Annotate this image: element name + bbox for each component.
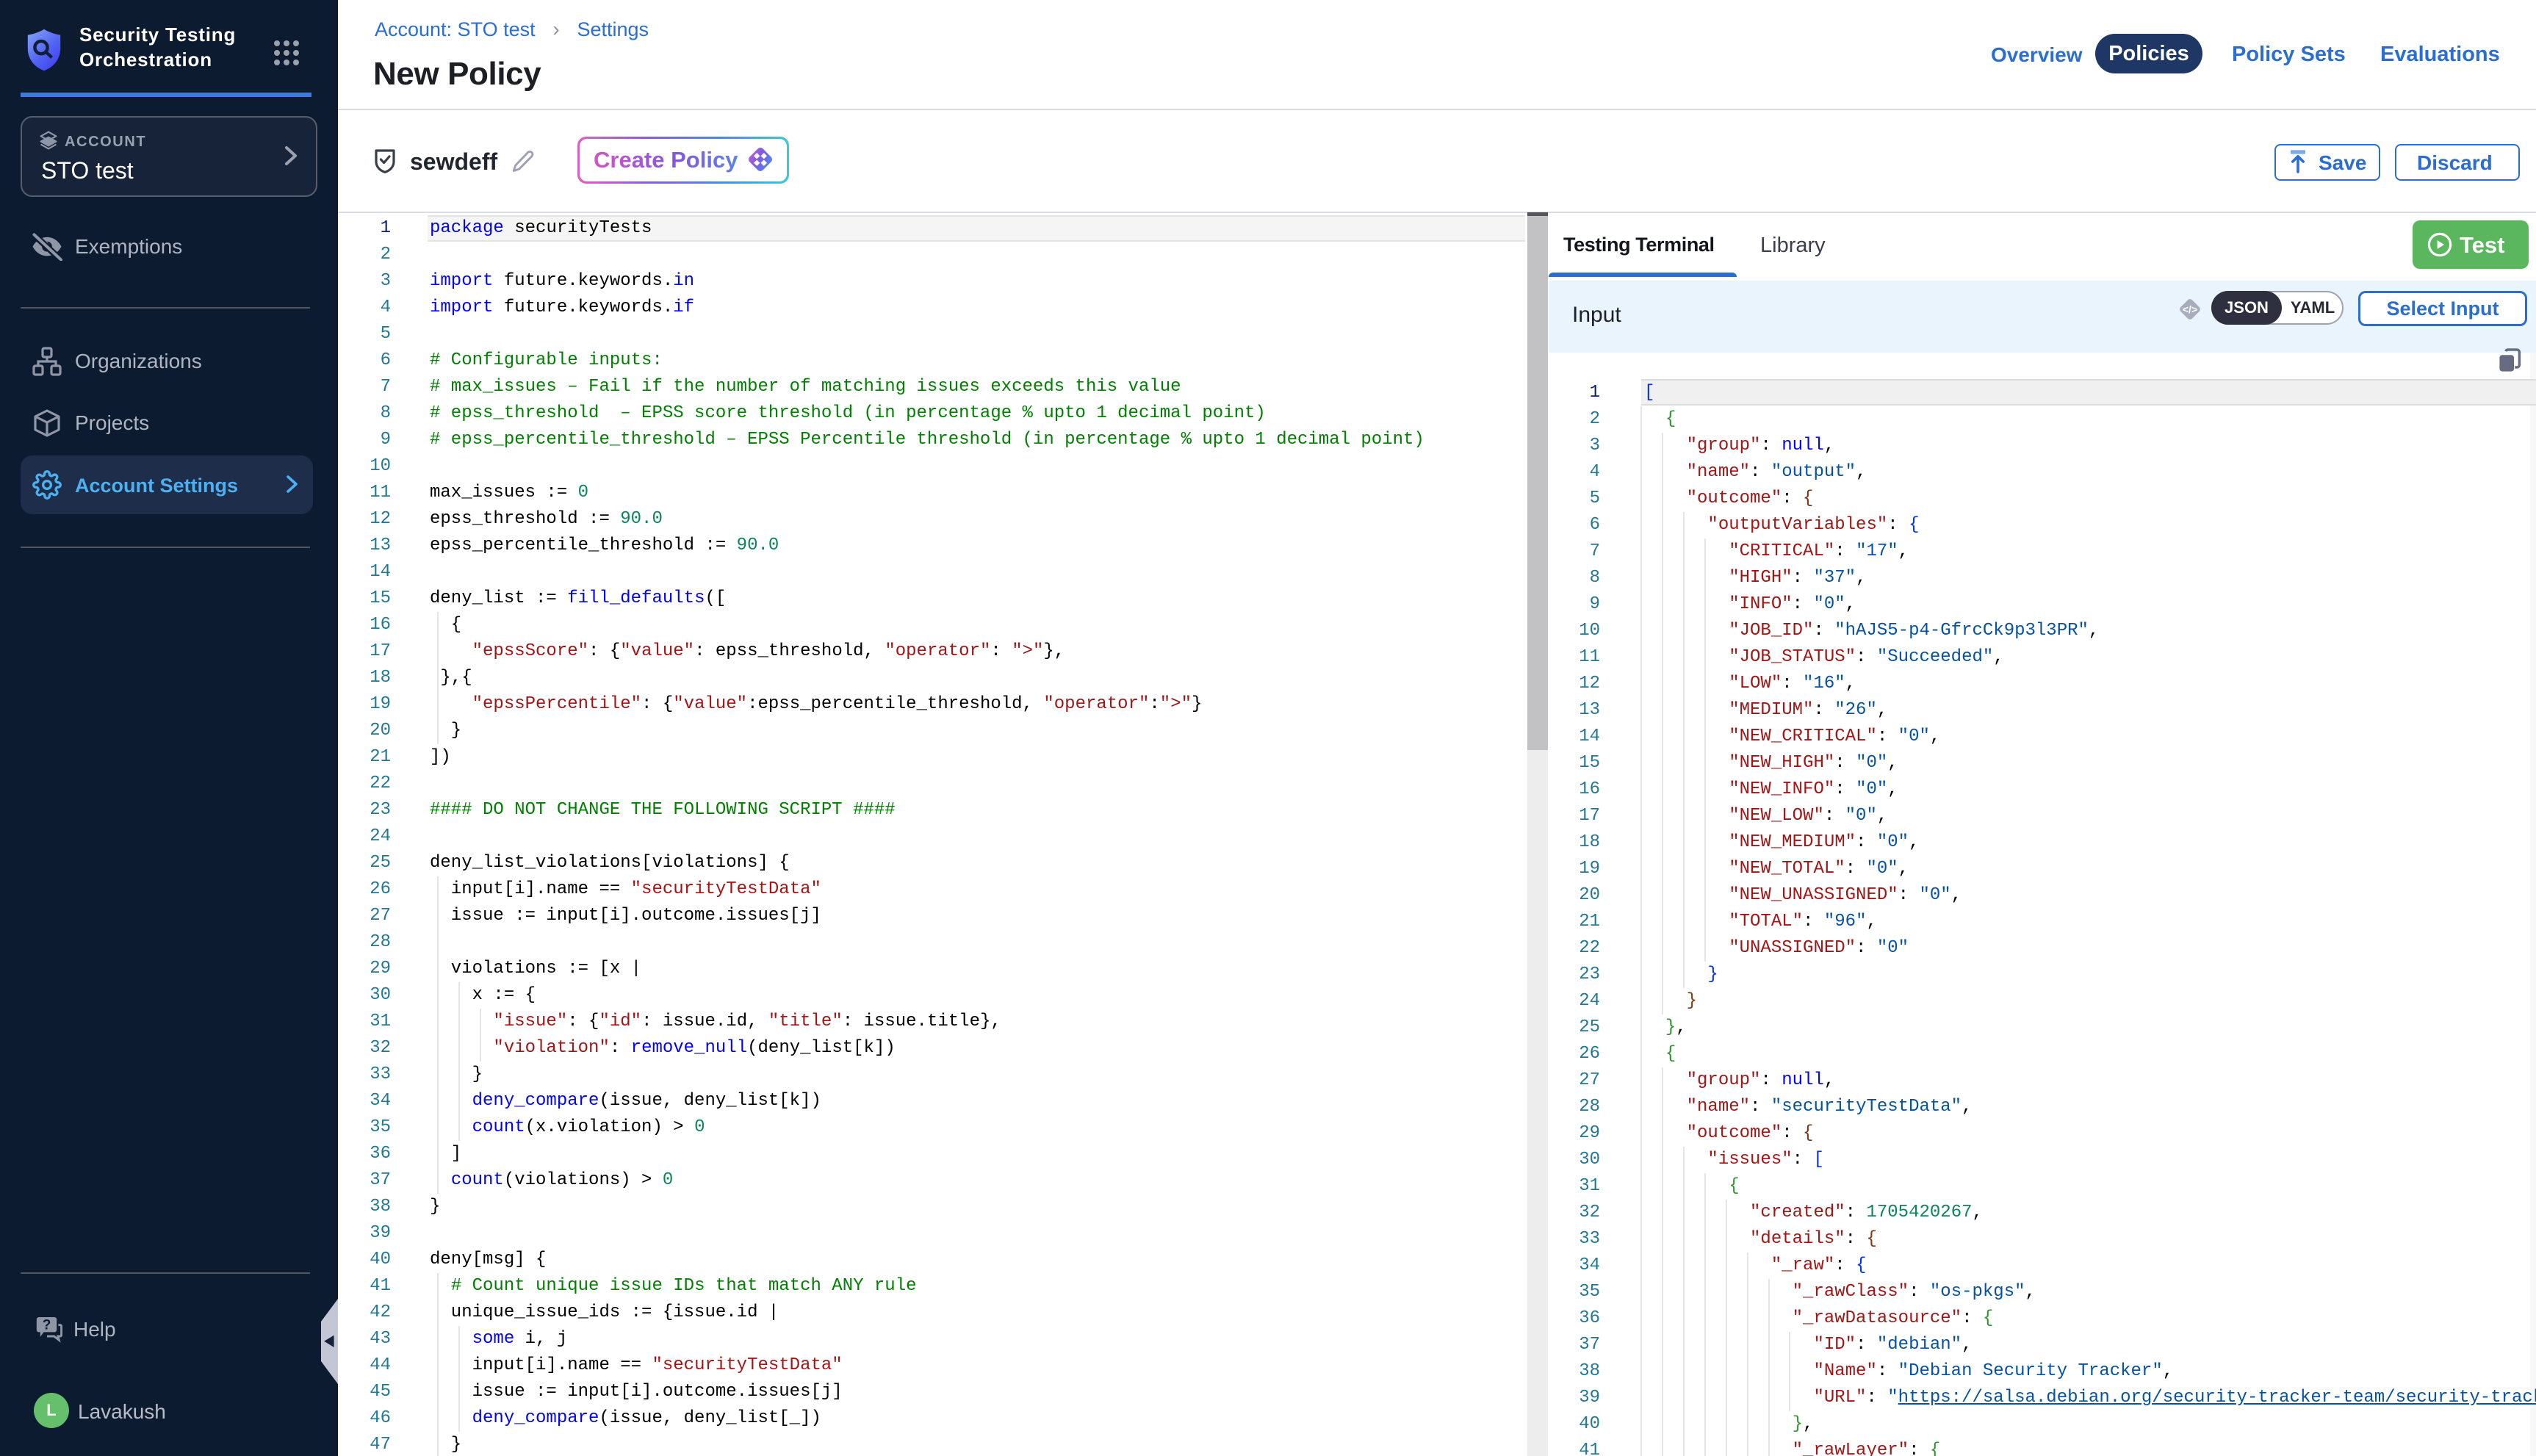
svg-text:?: ?	[43, 1317, 51, 1333]
svg-text:</>: </>	[2183, 303, 2197, 315]
